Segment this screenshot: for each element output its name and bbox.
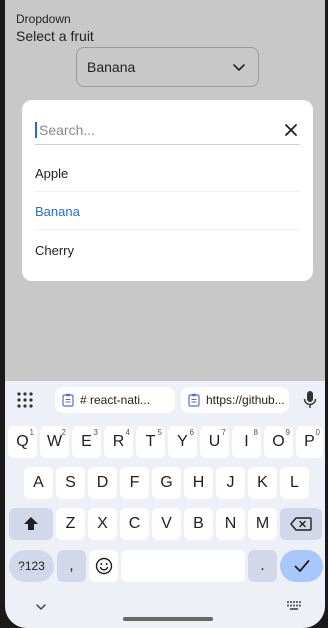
key-m[interactable]: M <box>248 508 277 540</box>
enter-key[interactable] <box>280 550 323 582</box>
clipboard-icon <box>62 393 74 407</box>
key-o[interactable]: O9 <box>264 426 293 458</box>
phone-screen: Dropdown Select a fruit Banana Apple Ban… <box>5 0 325 628</box>
emoji-key[interactable] <box>89 550 118 582</box>
key-label: O <box>272 433 285 450</box>
clipboard-suggestion-text: https://github... <box>206 393 285 407</box>
dropdown-value: Banana <box>87 59 136 75</box>
key-q[interactable]: Q1 <box>8 426 37 458</box>
key-h[interactable]: H <box>184 467 213 499</box>
apps-grid-icon[interactable] <box>16 391 34 409</box>
key-hint: 8 <box>253 428 258 437</box>
key-label: R <box>112 433 125 450</box>
text-cursor <box>35 121 37 138</box>
microphone-icon[interactable] <box>302 390 318 410</box>
key-r[interactable]: R4 <box>104 426 133 458</box>
key-d[interactable]: D <box>88 467 117 499</box>
backspace-key[interactable] <box>280 508 322 540</box>
key-u[interactable]: U7 <box>200 426 229 458</box>
key-v[interactable]: V <box>152 508 181 540</box>
key-k[interactable]: K <box>248 467 277 499</box>
key-hint: 4 <box>125 428 130 437</box>
search-row <box>35 115 300 145</box>
key-label: Q <box>16 433 29 450</box>
close-icon <box>285 123 297 136</box>
key-b[interactable]: B <box>184 508 213 540</box>
clipboard-suggestion-text: # react-nati... <box>80 393 151 407</box>
checkmark-icon <box>294 560 309 572</box>
key-y[interactable]: Y6 <box>168 426 197 458</box>
key-hint: 2 <box>61 428 66 437</box>
key-hint: 3 <box>93 428 98 437</box>
key-label: P <box>304 433 315 450</box>
clipboard-suggestion[interactable]: # react-nati... <box>55 387 175 413</box>
key-label: T <box>145 433 156 450</box>
emoji-icon <box>95 557 112 575</box>
clipboard-suggestion[interactable]: https://github... <box>181 387 289 413</box>
key-s[interactable]: S <box>56 467 85 499</box>
key-label: W <box>46 433 63 450</box>
fruit-dropdown[interactable]: Banana <box>76 47 259 87</box>
backspace-icon <box>290 517 312 531</box>
keyboard-switch-icon[interactable] <box>287 601 301 611</box>
key-g[interactable]: G <box>152 467 181 499</box>
onscreen-keyboard: # react-nati... https://github... Q1 W2 … <box>5 381 325 628</box>
screen-label: Dropdown <box>16 12 71 26</box>
key-label: E <box>81 433 92 450</box>
key-f[interactable]: F <box>120 467 149 499</box>
symbols-key[interactable]: ?123 <box>9 550 54 582</box>
home-gesture-bar[interactable] <box>123 617 213 621</box>
option-cherry[interactable]: Cherry <box>35 232 300 268</box>
key-a[interactable]: A <box>24 467 53 499</box>
option-banana[interactable]: Banana <box>35 194 300 230</box>
key-n[interactable]: N <box>216 508 245 540</box>
key-hint: 7 <box>221 428 226 437</box>
option-apple[interactable]: Apple <box>35 156 300 192</box>
period-key[interactable]: . <box>248 550 277 582</box>
search-input[interactable] <box>39 121 282 138</box>
key-w[interactable]: W2 <box>40 426 69 458</box>
key-hint: 0 <box>315 428 320 437</box>
space-key[interactable] <box>121 550 245 582</box>
comma-key[interactable]: , <box>57 550 86 582</box>
key-c[interactable]: C <box>120 508 149 540</box>
key-hint: 6 <box>189 428 194 437</box>
chevron-down-icon <box>233 64 245 71</box>
key-label: I <box>244 433 249 450</box>
key-z[interactable]: Z <box>56 508 85 540</box>
keyboard-toolbar: # react-nati... https://github... <box>5 381 325 419</box>
key-e[interactable]: E3 <box>72 426 101 458</box>
key-j[interactable]: J <box>216 467 245 499</box>
key-label: Y <box>177 433 188 450</box>
close-button[interactable] <box>282 121 300 139</box>
hide-keyboard-chevron-icon[interactable] <box>35 602 47 612</box>
fruit-picker-modal: Apple Banana Cherry <box>22 100 313 281</box>
key-x[interactable]: X <box>88 508 117 540</box>
key-l[interactable]: L <box>280 467 309 499</box>
shift-icon <box>24 517 38 530</box>
key-hint: 9 <box>285 428 290 437</box>
key-label: U <box>208 433 221 450</box>
field-label: Select a fruit <box>16 28 94 44</box>
key-hint: 1 <box>29 428 34 437</box>
key-i[interactable]: I8 <box>232 426 261 458</box>
key-hint: 5 <box>157 428 162 437</box>
key-p[interactable]: P0 <box>296 426 323 458</box>
clipboard-icon <box>188 393 200 407</box>
shift-key[interactable] <box>9 508 53 540</box>
key-t[interactable]: T5 <box>136 426 165 458</box>
